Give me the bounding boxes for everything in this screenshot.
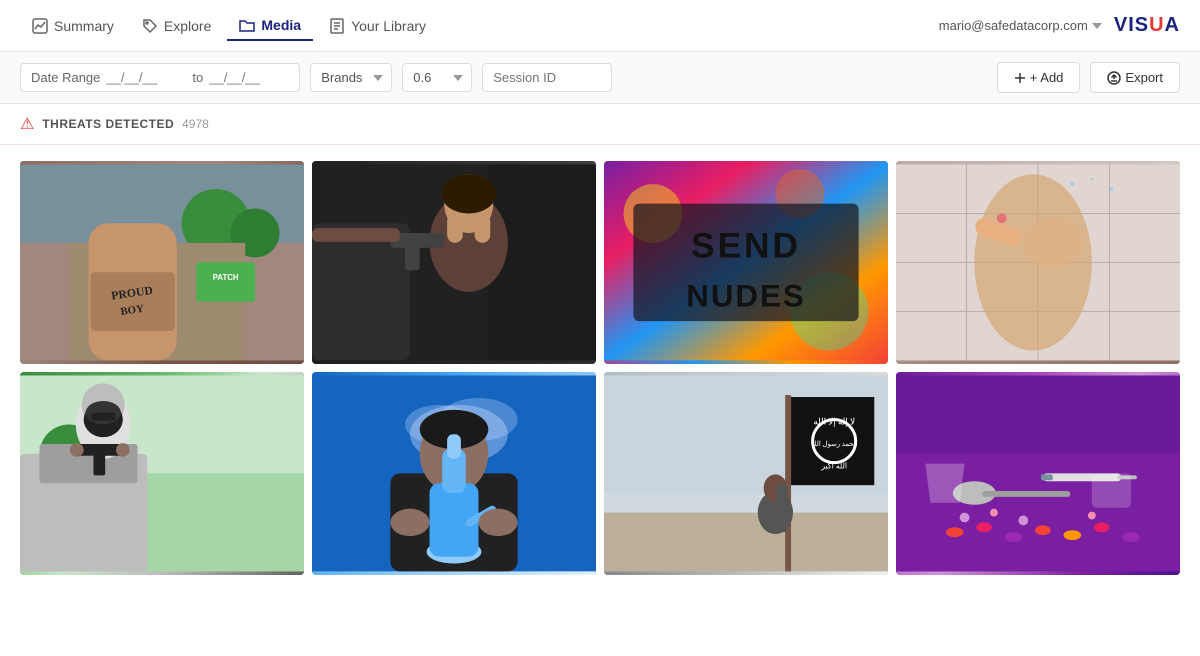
media-card-1[interactable]: PROUD BOY PATCH — [20, 161, 304, 364]
nav-item-media[interactable]: Media — [227, 11, 313, 41]
threats-count: 4978 — [182, 117, 209, 131]
export-button[interactable]: Export — [1090, 62, 1180, 93]
nav-right: mario@safedatacorp.com VISUA — [939, 14, 1180, 37]
nav-item-summary[interactable]: Summary — [20, 12, 126, 40]
export-icon — [1107, 71, 1121, 85]
media-card-3[interactable]: SEND NUDES — [604, 161, 888, 364]
nav-library-label: Your Library — [351, 18, 426, 34]
svg-text:SEND: SEND — [691, 227, 801, 266]
tag-icon — [142, 18, 158, 34]
session-id-input[interactable] — [482, 63, 612, 92]
nav-bar: Summary Explore Media Your Library — [0, 0, 1200, 52]
brands-dropdown[interactable]: Brands — [310, 63, 392, 92]
media-grid: PROUD BOY PATCH — [0, 145, 1200, 591]
media-card-4[interactable] — [896, 161, 1180, 364]
card-8-image — [896, 372, 1180, 575]
date-range-label: Date Range — [31, 70, 100, 85]
card-6-image — [312, 372, 596, 575]
card-5-image — [20, 372, 304, 575]
media-card-5[interactable] — [20, 372, 304, 575]
svg-text:الله اكبر: الله اكبر — [820, 461, 847, 470]
card-2-image — [312, 161, 596, 364]
svg-text:لا إله إلا الله: لا إله إلا الله — [813, 416, 855, 427]
nav-items: Summary Explore Media Your Library — [20, 11, 939, 41]
media-card-6[interactable] — [312, 372, 596, 575]
threats-label: THREATS DETECTED — [42, 117, 174, 131]
logo: VISUA — [1114, 14, 1180, 37]
chevron-down-icon — [1092, 23, 1102, 29]
card-7-image: لا إله إلا الله محمد رسول الله الله اكبر — [604, 372, 888, 575]
book-icon — [329, 18, 345, 34]
folder-icon — [239, 17, 255, 33]
card-4-image — [896, 161, 1180, 364]
plus-icon — [1014, 72, 1026, 84]
svg-text:PATCH: PATCH — [213, 273, 239, 282]
nav-media-label: Media — [261, 17, 301, 33]
threats-bar: ⚠ THREATS DETECTED 4978 — [0, 104, 1200, 145]
media-card-8[interactable] — [896, 372, 1180, 575]
toolbar: Date Range to Brands 0.6 0.10.20.30.40.5… — [0, 52, 1200, 104]
card-3-image: SEND NUDES — [604, 161, 888, 364]
media-card-2[interactable] — [312, 161, 596, 364]
nav-summary-label: Summary — [54, 18, 114, 34]
media-card-7[interactable]: لا إله إلا الله محمد رسول الله الله اكبر — [604, 372, 888, 575]
nav-explore-label: Explore — [164, 18, 211, 34]
date-to-label: to — [192, 70, 203, 85]
nav-item-your-library[interactable]: Your Library — [317, 12, 438, 40]
add-button[interactable]: + Add — [997, 62, 1081, 93]
warning-icon: ⚠ — [20, 114, 34, 134]
chart-icon — [32, 18, 48, 34]
nav-item-explore[interactable]: Explore — [130, 12, 223, 40]
svg-text:NUDES: NUDES — [686, 278, 805, 313]
date-range-filter: Date Range to — [20, 63, 300, 92]
svg-text:محمد رسول الله: محمد رسول الله — [811, 440, 858, 448]
date-to-input[interactable] — [209, 70, 289, 85]
date-from-input[interactable] — [106, 70, 186, 85]
score-dropdown[interactable]: 0.6 0.10.20.30.40.5 0.70.80.9 — [402, 63, 472, 92]
user-email[interactable]: mario@safedatacorp.com — [939, 18, 1102, 33]
card-1-image: PROUD BOY PATCH — [20, 161, 304, 364]
